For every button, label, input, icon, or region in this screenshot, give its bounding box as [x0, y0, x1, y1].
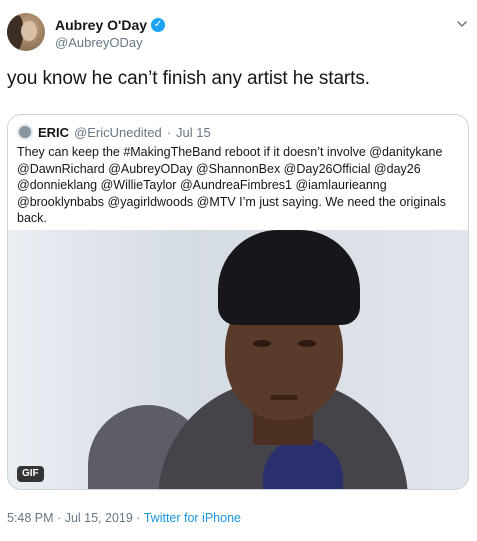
author-name-row: Aubrey O'Day ✓ [55, 17, 166, 33]
tweet-source[interactable]: Twitter for iPhone [144, 511, 241, 525]
quoted-date: Jul 15 [176, 124, 211, 140]
gif-eye-right [298, 340, 316, 347]
author-handle[interactable]: @AubreyODay [55, 35, 143, 50]
tweet-time[interactable]: 5:48 PM [7, 511, 54, 525]
meta-separator-2: · [136, 511, 141, 525]
gif-mouth [270, 395, 298, 400]
tweet-meta: 5:48 PM · Jul 15, 2019 · Twitter for iPh… [7, 511, 241, 525]
quoted-tweet-text: They can keep the #MakingTheBand reboot … [17, 145, 446, 225]
chevron-down-icon[interactable] [456, 18, 468, 30]
tweet-card: Aubrey O'Day ✓ @AubreyODay you know he c… [0, 0, 477, 541]
avatar-face [21, 21, 37, 41]
gif-beanie [218, 230, 360, 325]
author-display-name[interactable]: Aubrey O'Day [55, 17, 147, 33]
gif-eye-left [253, 340, 271, 347]
tweet-date[interactable]: Jul 15, 2019 [65, 511, 133, 525]
gif-media[interactable]: GIF [8, 230, 468, 489]
gif-badge: GIF [17, 466, 44, 482]
author-avatar[interactable] [7, 13, 45, 51]
verified-badge-icon: ✓ [151, 18, 166, 32]
quoted-separator: · [166, 124, 172, 140]
quoted-author-handle: @EricUnedited [74, 124, 162, 140]
quoted-tweet[interactable]: ERIC @EricUnedited · Jul 15 They can kee… [7, 114, 469, 490]
quoted-author-avatar [17, 124, 33, 140]
quoted-author-name: ERIC [38, 124, 70, 140]
quoted-tweet-header: ERIC @EricUnedited · Jul 15 [17, 124, 211, 140]
meta-separator-1: · [57, 511, 62, 525]
tweet-text: you know he can’t finish any artist he s… [7, 68, 370, 89]
